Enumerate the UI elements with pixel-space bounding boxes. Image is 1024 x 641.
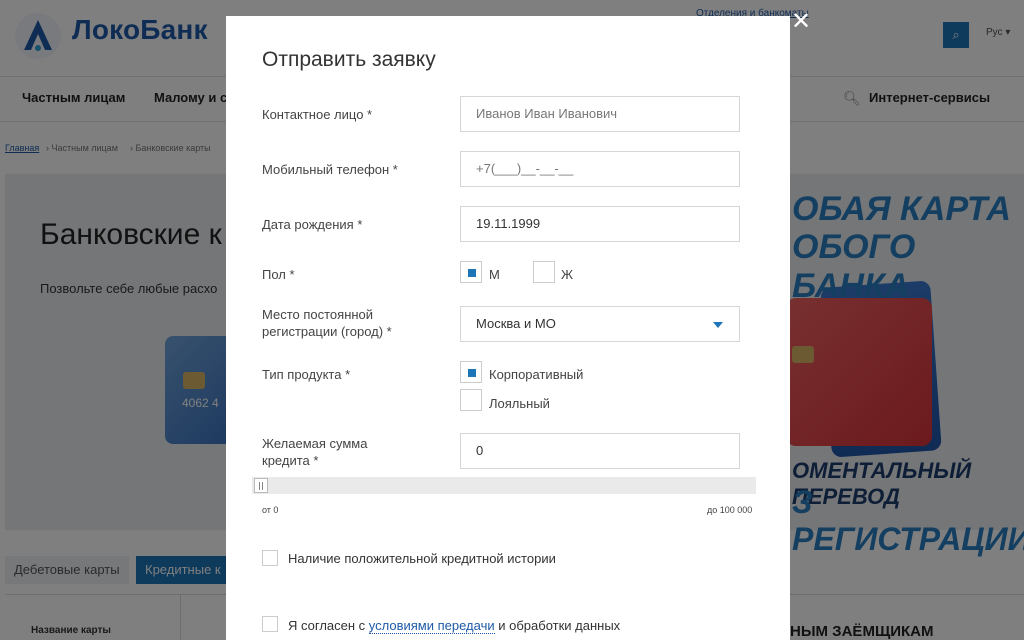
amount-label: Желаемая сумма кредита *: [262, 436, 368, 468]
product-loyal-checkbox[interactable]: [460, 389, 482, 411]
amount-slider[interactable]: [252, 477, 756, 494]
product-corporate-checkbox[interactable]: [460, 361, 482, 383]
gender-female-label: Ж: [561, 267, 574, 282]
contact-label: Контактное лицо *: [262, 107, 373, 122]
birthdate-label: Дата рождения *: [262, 217, 363, 232]
close-icon[interactable]: ✕: [790, 10, 812, 34]
phone-label: Мобильный телефон *: [262, 162, 398, 177]
credit-history-label: Наличие положительной кредитной истории: [288, 551, 556, 566]
registration-city-select[interactable]: Москва и МО: [460, 306, 740, 342]
consent-label: Я согласен с условиями передачи и обрабо…: [288, 618, 621, 634]
product-corporate-label: Корпоративный: [489, 367, 584, 382]
modal-title: Отправить заявку: [262, 48, 436, 71]
chevron-down-icon: [713, 322, 723, 328]
registration-label: Место постоянной регистрации (город) *: [262, 307, 392, 339]
product-type-label: Тип продукта *: [262, 367, 351, 382]
gender-label: Пол *: [262, 267, 295, 282]
phone-input[interactable]: +7(___)__-__-__: [460, 151, 740, 187]
slider-min-label: от 0: [262, 505, 279, 515]
credit-history-checkbox[interactable]: [262, 550, 278, 566]
slider-handle[interactable]: [254, 478, 268, 493]
product-loyal-label: Лояльный: [489, 396, 550, 411]
gender-male-radio[interactable]: [460, 261, 482, 283]
application-modal: Отправить заявку Контактное лицо * Ивано…: [226, 16, 790, 640]
gender-male-label: М: [489, 267, 500, 282]
amount-input[interactable]: 0: [460, 433, 740, 469]
slider-max-label: до 100 000: [707, 505, 753, 515]
birthdate-input[interactable]: 19.11.1999: [460, 206, 740, 242]
gender-female-radio[interactable]: [533, 261, 555, 283]
consent-checkbox[interactable]: [262, 616, 278, 632]
terms-link[interactable]: условиями передачи: [368, 618, 495, 634]
contact-name-input[interactable]: Иванов Иван Иванович: [460, 96, 740, 132]
